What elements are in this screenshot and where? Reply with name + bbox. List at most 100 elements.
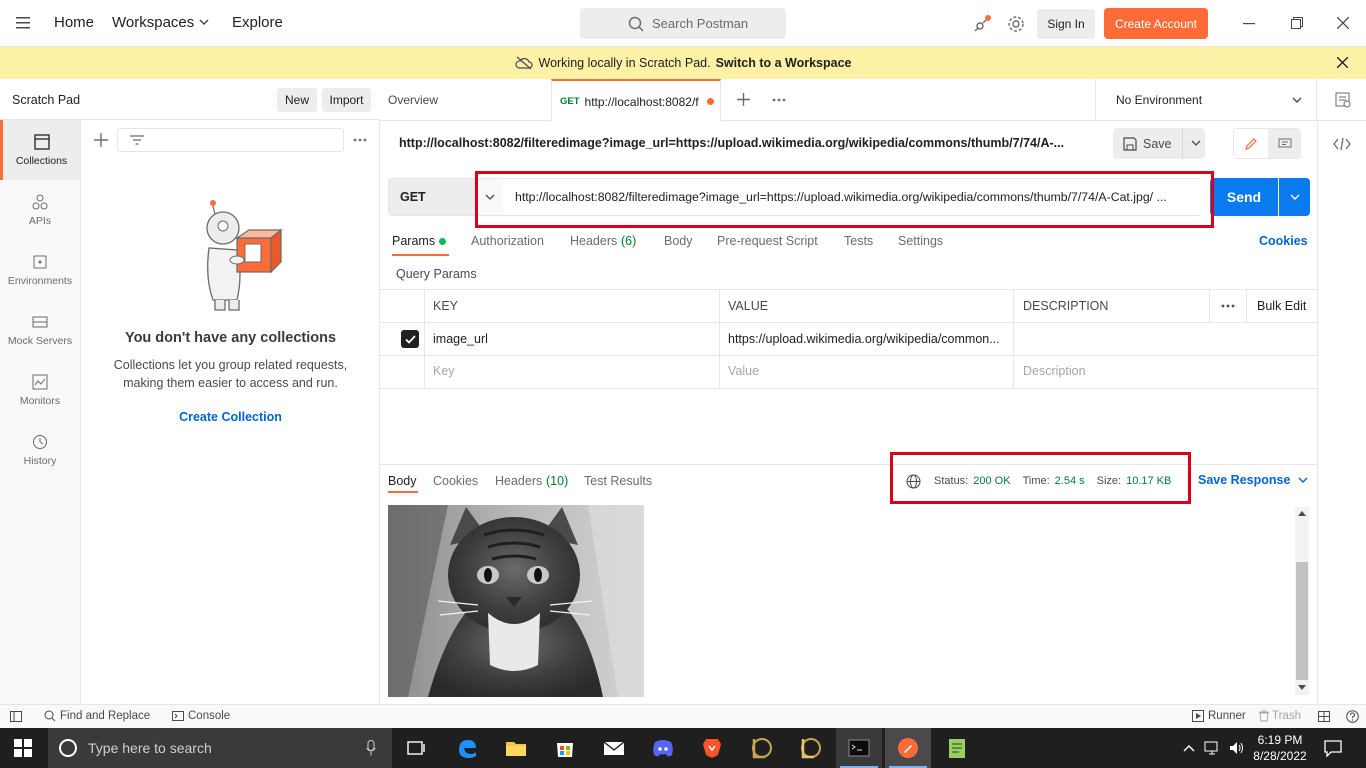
task-view-icon[interactable] bbox=[405, 736, 429, 760]
tab-active-request[interactable]: GET http://localhost:8082/f bbox=[551, 79, 721, 122]
toggle-sidebar-icon[interactable] bbox=[10, 711, 22, 722]
response-scrollbar[interactable] bbox=[1295, 507, 1309, 695]
tab-authorization[interactable]: Authorization bbox=[471, 234, 544, 248]
tab-overview[interactable]: Overview bbox=[388, 79, 548, 121]
request-tabs-bar: Overview GET http://localhost:8082/f No … bbox=[380, 79, 1366, 122]
runner-icon bbox=[1192, 710, 1204, 722]
brave-icon[interactable] bbox=[700, 736, 724, 760]
minimize-icon[interactable] bbox=[1243, 23, 1255, 25]
sign-in-button[interactable]: Sign In bbox=[1037, 9, 1095, 39]
cookies-link[interactable]: Cookies bbox=[1259, 234, 1308, 248]
response-tab-test-results[interactable]: Test Results bbox=[584, 474, 652, 488]
notifications-icon[interactable] bbox=[1324, 739, 1342, 757]
response-tab-cookies[interactable]: Cookies bbox=[433, 474, 478, 488]
tab-pre-request-script[interactable]: Pre-request Script bbox=[717, 234, 818, 248]
league-client-icon[interactable] bbox=[749, 736, 773, 760]
rail-item-monitors[interactable]: Monitors bbox=[0, 360, 80, 420]
new-param-value-placeholder[interactable]: Value bbox=[728, 364, 759, 378]
switch-workspace-link[interactable]: Switch to a Workspace bbox=[716, 56, 852, 70]
help-icon[interactable] bbox=[1346, 710, 1359, 723]
environment-select[interactable]: No Environment bbox=[1096, 79, 1316, 121]
microphone-icon[interactable] bbox=[366, 740, 376, 756]
clock-time[interactable]: 6:19 PM bbox=[1250, 733, 1310, 747]
method-select[interactable]: GET bbox=[389, 179, 477, 215]
league-game-icon[interactable] bbox=[798, 736, 822, 760]
tab-body[interactable]: Body bbox=[664, 234, 693, 248]
param-key-cell[interactable]: image_url bbox=[433, 332, 488, 346]
rail-label-apis: APIs bbox=[28, 214, 52, 227]
new-param-description-placeholder[interactable]: Description bbox=[1023, 364, 1086, 378]
nav-home[interactable]: Home bbox=[54, 14, 94, 31]
import-button[interactable]: Import bbox=[322, 88, 371, 112]
tab-tests[interactable]: Tests bbox=[844, 234, 873, 248]
param-value-cell[interactable]: https://upload.wikimedia.org/wikipedia/c… bbox=[728, 332, 1000, 346]
runner-button[interactable]: Runner bbox=[1192, 710, 1246, 722]
edit-pencil-icon[interactable] bbox=[1234, 129, 1267, 158]
search-input[interactable]: Search Postman bbox=[580, 8, 786, 39]
save-button[interactable]: Save bbox=[1113, 128, 1205, 159]
file-explorer-icon[interactable] bbox=[504, 736, 528, 760]
tab-params[interactable]: Params bbox=[392, 234, 435, 248]
new-param-key-placeholder[interactable]: Key bbox=[433, 364, 455, 378]
trash-button[interactable]: Trash bbox=[1259, 710, 1301, 722]
query-params-label: Query Params bbox=[396, 267, 477, 281]
find-replace-button[interactable]: Find and Replace bbox=[44, 710, 150, 722]
rail-item-collections[interactable]: Collections bbox=[0, 120, 80, 180]
rail-item-history[interactable]: History bbox=[0, 420, 80, 480]
close-icon[interactable] bbox=[1337, 17, 1349, 29]
headers-count: (6) bbox=[621, 234, 637, 248]
send-button[interactable]: Send bbox=[1210, 178, 1278, 216]
rail-item-mock-servers[interactable]: Mock Servers bbox=[0, 300, 80, 360]
rail-label-collections: Collections bbox=[15, 154, 68, 167]
more-options-icon[interactable] bbox=[353, 138, 367, 142]
gear-icon[interactable] bbox=[1007, 15, 1025, 33]
response-tab-headers[interactable]: Headers bbox=[495, 474, 542, 488]
restore-icon[interactable] bbox=[1291, 17, 1303, 29]
nav-workspaces[interactable]: Workspaces bbox=[112, 14, 194, 31]
tab-headers[interactable]: Headers bbox=[570, 234, 617, 248]
collections-filter-input[interactable] bbox=[117, 128, 344, 152]
taskbar-search[interactable]: Type here to search bbox=[48, 728, 392, 768]
add-icon[interactable] bbox=[94, 133, 108, 147]
send-options-button[interactable] bbox=[1279, 178, 1310, 216]
param-checkbox[interactable] bbox=[401, 330, 419, 348]
comments-icon[interactable] bbox=[1268, 129, 1301, 158]
windows-start-icon[interactable] bbox=[14, 739, 38, 763]
edge-icon[interactable] bbox=[455, 736, 479, 760]
rail-item-apis[interactable]: APIs bbox=[0, 180, 80, 240]
scrollbar-thumb[interactable] bbox=[1296, 562, 1308, 680]
console-button[interactable]: Console bbox=[172, 710, 230, 722]
table-more-icon[interactable] bbox=[1221, 304, 1235, 308]
notepad-plus-icon[interactable] bbox=[945, 736, 969, 760]
chevron-down-icon[interactable] bbox=[1191, 140, 1201, 147]
postman-icon[interactable] bbox=[896, 736, 920, 760]
chevron-up-icon[interactable] bbox=[1183, 744, 1195, 752]
rail-item-environments[interactable]: Environments bbox=[0, 240, 80, 300]
volume-icon[interactable] bbox=[1228, 740, 1246, 756]
satellite-icon[interactable] bbox=[972, 14, 992, 34]
new-tab-icon[interactable] bbox=[737, 93, 750, 106]
discord-icon[interactable] bbox=[651, 736, 675, 760]
create-account-button[interactable]: Create Account bbox=[1104, 8, 1208, 39]
bulk-edit-link[interactable]: Bulk Edit bbox=[1257, 299, 1306, 313]
request-name[interactable]: http://localhost:8082/filteredimage?imag… bbox=[399, 136, 1064, 150]
environment-quick-look-icon[interactable] bbox=[1335, 92, 1351, 108]
network-icon[interactable] bbox=[1204, 740, 1222, 756]
code-icon[interactable] bbox=[1333, 137, 1351, 151]
mail-icon[interactable] bbox=[602, 736, 626, 760]
store-icon[interactable] bbox=[553, 736, 577, 760]
new-button[interactable]: New bbox=[277, 88, 317, 112]
clock-date[interactable]: 8/28/2022 bbox=[1250, 749, 1310, 763]
layout-icon[interactable] bbox=[1318, 711, 1330, 722]
terminal-icon[interactable] bbox=[847, 736, 871, 760]
tabs-more-icon[interactable] bbox=[772, 98, 786, 102]
create-collection-link[interactable]: Create Collection bbox=[81, 410, 380, 424]
banner-close-icon[interactable] bbox=[1337, 57, 1348, 68]
left-rail: Collections APIs Environments Mock Serve… bbox=[0, 79, 81, 704]
nav-explore[interactable]: Explore bbox=[232, 14, 283, 31]
response-tab-body[interactable]: Body bbox=[388, 474, 417, 488]
view-toggle bbox=[1233, 128, 1301, 159]
tab-settings[interactable]: Settings bbox=[898, 234, 943, 248]
save-response-button[interactable]: Save Response bbox=[1198, 473, 1308, 487]
menu-icon[interactable] bbox=[16, 17, 30, 29]
